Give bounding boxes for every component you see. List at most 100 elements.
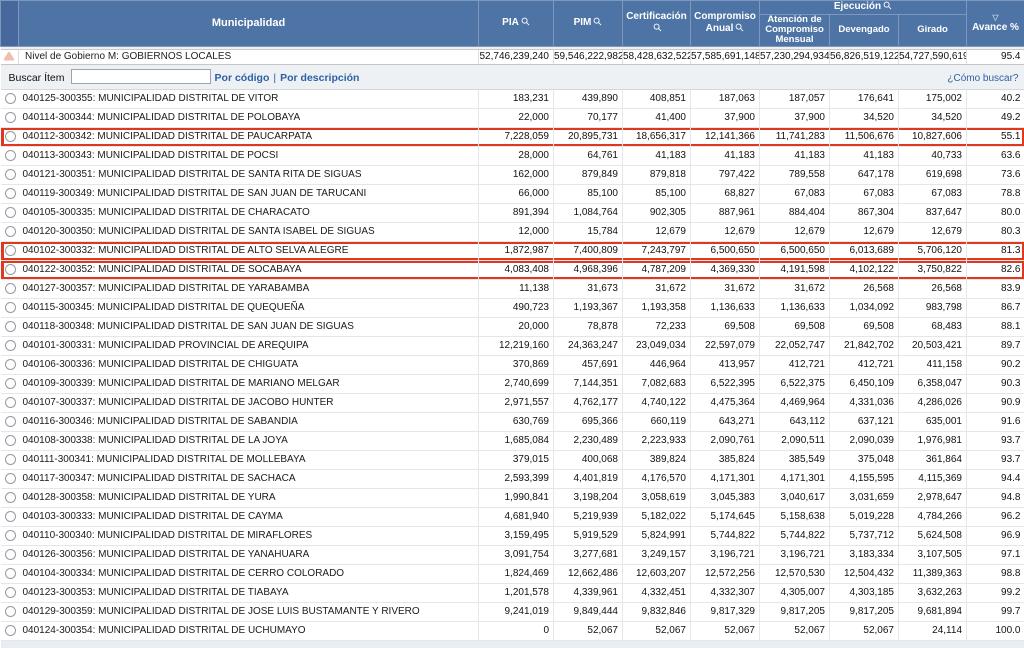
search-icon[interactable] (593, 17, 602, 30)
total-certificacion: 58,428,632,522 (623, 49, 691, 64)
devengado-value: 4,155,595 (830, 469, 899, 488)
row-radio-button[interactable] (5, 283, 16, 294)
row-radio-button[interactable] (5, 549, 16, 560)
row-radio-button[interactable] (5, 188, 16, 199)
radio-cell (1, 412, 19, 431)
pia-value: 370,869 (479, 355, 554, 374)
table-row: 040122-300352: MUNICIPALIDAD DISTRITAL D… (1, 260, 1024, 279)
atencion-compromiso-mensual-value: 789,558 (760, 165, 830, 184)
row-radio-button[interactable] (5, 587, 16, 598)
municipality-label: 040112-300342: MUNICIPALIDAD DISTRITAL D… (19, 127, 479, 146)
compromiso-anual-value: 37,900 (691, 108, 760, 127)
column-header-pia[interactable]: PIA (479, 1, 554, 47)
certificacion-value: 3,058,619 (623, 488, 691, 507)
search-input[interactable] (71, 69, 211, 84)
radio-cell (1, 602, 19, 621)
pia-value: 1,201,578 (479, 583, 554, 602)
row-radio-button[interactable] (5, 245, 16, 256)
pim-value: 3,198,204 (554, 488, 623, 507)
atencion-compromiso-mensual-value: 9,817,205 (760, 602, 830, 621)
compromiso-anual-value: 31,672 (691, 279, 760, 298)
pim-value: 85,100 (554, 184, 623, 203)
compromiso-anual-value: 5,744,822 (691, 526, 760, 545)
filter-icon[interactable]: ▽ (967, 14, 1024, 22)
avance-value: 80.3 (967, 222, 1024, 241)
compromiso-anual-value: 643,271 (691, 412, 760, 431)
row-radio-button[interactable] (5, 131, 16, 142)
row-radio-button[interactable] (5, 416, 16, 427)
avance-value: 91.6 (967, 412, 1024, 431)
avance-value: 99.2 (967, 583, 1024, 602)
row-radio-button[interactable] (5, 264, 16, 275)
triangle-up-icon[interactable] (1, 49, 19, 64)
municipality-label: 040103-300333: MUNICIPALIDAD DISTRITAL D… (19, 507, 479, 526)
row-radio-button[interactable] (5, 93, 16, 104)
certificacion-value: 408,851 (623, 89, 691, 108)
total-avance: 95.4 (967, 49, 1024, 64)
certificacion-value: 31,672 (623, 279, 691, 298)
certificacion-value: 446,964 (623, 355, 691, 374)
row-radio-button[interactable] (5, 568, 16, 579)
row-radio-button[interactable] (5, 302, 16, 313)
girado-value: 837,647 (899, 203, 967, 222)
atencion-compromiso-mensual-value: 67,083 (760, 184, 830, 203)
column-header-pim[interactable]: PIM (554, 1, 623, 47)
row-radio-button[interactable] (5, 359, 16, 370)
devengado-value: 2,090,039 (830, 431, 899, 450)
search-icon[interactable] (735, 23, 744, 36)
search-icon[interactable] (521, 17, 530, 30)
row-radio-button[interactable] (5, 378, 16, 389)
row-radio-button[interactable] (5, 435, 16, 446)
how-to-search-link[interactable]: ¿Cómo buscar? (947, 73, 1018, 84)
municipality-rows: 040125-300355: MUNICIPALIDAD DISTRITAL D… (1, 89, 1024, 640)
devengado-value: 5,737,712 (830, 526, 899, 545)
certificacion-value: 5,182,022 (623, 507, 691, 526)
row-radio-button[interactable] (5, 321, 16, 332)
row-radio-button[interactable] (5, 625, 16, 636)
search-icon[interactable] (653, 23, 662, 36)
row-radio-button[interactable] (5, 511, 16, 522)
compromiso-anual-value: 4,332,307 (691, 583, 760, 602)
column-header-certificacion[interactable]: Certificación (623, 1, 691, 47)
compromiso-anual-value: 887,961 (691, 203, 760, 222)
certificacion-value: 41,183 (623, 146, 691, 165)
devengado-value: 3,031,659 (830, 488, 899, 507)
row-radio-button[interactable] (5, 340, 16, 351)
avance-value: 80.0 (967, 203, 1024, 222)
certificacion-value: 52,067 (623, 621, 691, 640)
search-icon[interactable] (883, 1, 892, 14)
pia-value: 66,000 (479, 184, 554, 203)
row-radio-button[interactable] (5, 207, 16, 218)
search-by-code-link[interactable]: Por código (215, 72, 270, 84)
pia-value: 1,824,469 (479, 564, 554, 583)
row-radio-button[interactable] (5, 454, 16, 465)
compromiso-anual-value: 4,369,330 (691, 260, 760, 279)
row-radio-button[interactable] (5, 492, 16, 503)
municipality-label: 040101-300331: MUNICIPALIDAD PROVINCIAL … (19, 336, 479, 355)
total-atencion-compromiso-mensual: 57,230,294,934 (760, 49, 830, 64)
column-header-compromiso-anual[interactable]: Compromiso Anual (691, 1, 760, 47)
row-radio-button[interactable] (5, 606, 16, 617)
pia-value: 3,159,495 (479, 526, 554, 545)
municipality-label: 040106-300336: MUNICIPALIDAD DISTRITAL D… (19, 355, 479, 374)
column-header-ejecucion[interactable]: Ejecución (760, 1, 967, 15)
devengado-value: 6,450,109 (830, 374, 899, 393)
column-header-avance[interactable]: ▽ Avance % (967, 1, 1024, 47)
column-header-girado: Girado (899, 14, 967, 46)
municipality-label: 040127-300357: MUNICIPALIDAD DISTRITAL D… (19, 279, 479, 298)
girado-value: 1,976,981 (899, 431, 967, 450)
search-by-description-link[interactable]: Por descripción (280, 72, 359, 84)
row-radio-button[interactable] (5, 226, 16, 237)
avance-value: 89.7 (967, 336, 1024, 355)
row-radio-button[interactable] (5, 150, 16, 161)
atencion-compromiso-mensual-value: 31,672 (760, 279, 830, 298)
row-radio-button[interactable] (5, 112, 16, 123)
pim-value: 70,177 (554, 108, 623, 127)
devengado-value: 4,102,122 (830, 260, 899, 279)
row-radio-button[interactable] (5, 169, 16, 180)
table-row: 040126-300356: MUNICIPALIDAD DISTRITAL D… (1, 545, 1024, 564)
row-radio-button[interactable] (5, 473, 16, 484)
devengado-value: 6,013,689 (830, 241, 899, 260)
devengado-value: 375,048 (830, 450, 899, 469)
row-radio-button[interactable] (5, 397, 16, 408)
